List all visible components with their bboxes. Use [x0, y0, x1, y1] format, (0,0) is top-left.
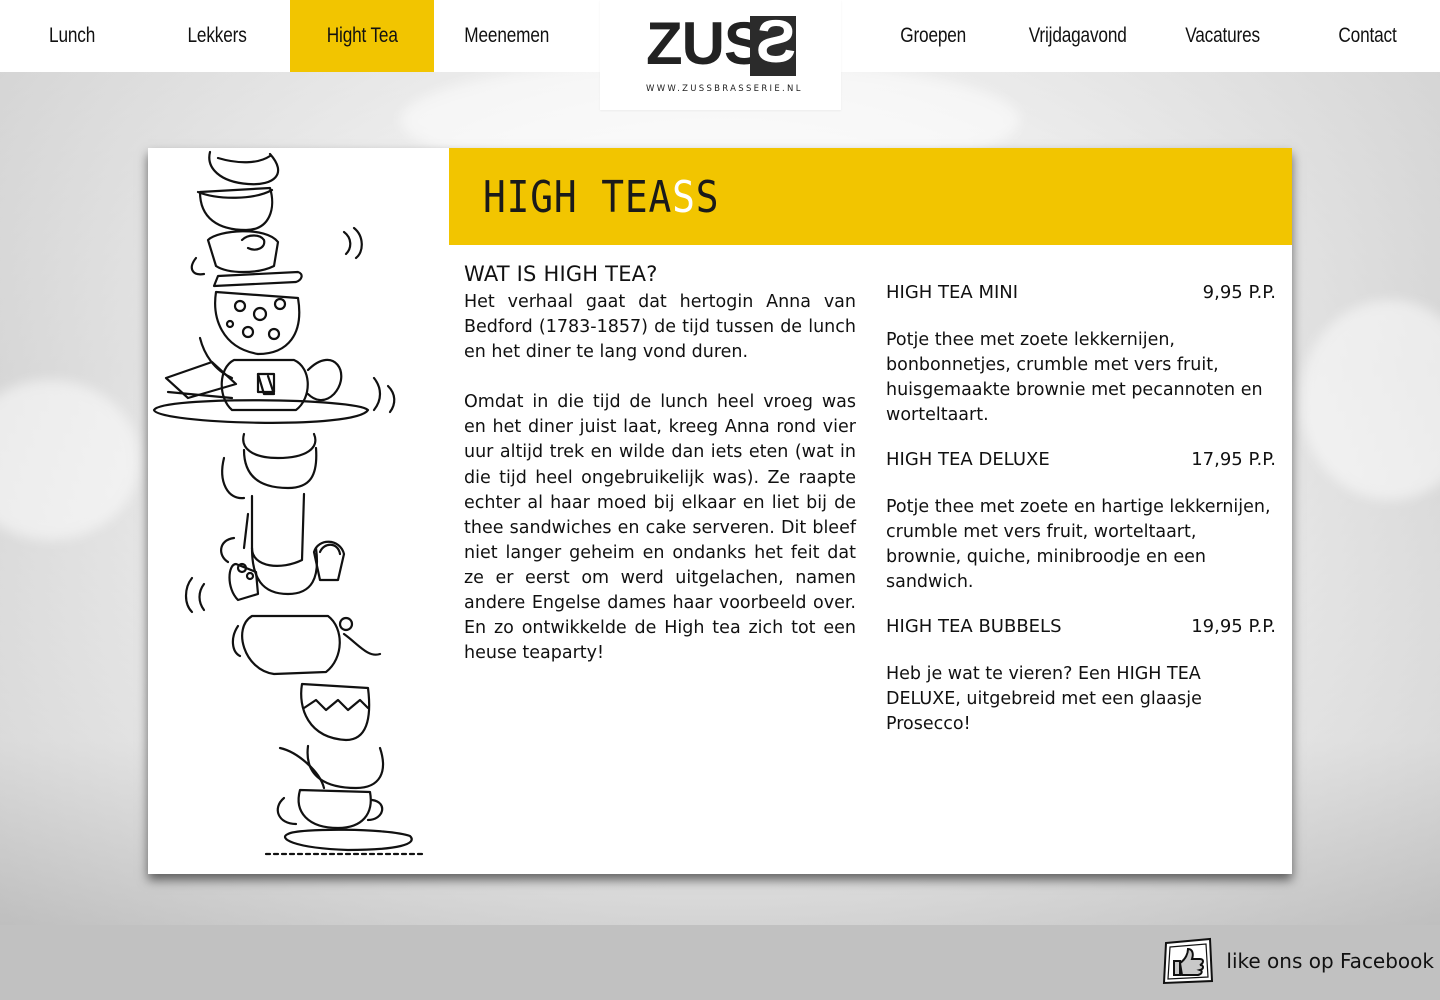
menu-item-price: 17,95 P.P.	[1191, 449, 1276, 470]
nav-item-meenemen[interactable]: Meenemen	[434, 0, 579, 72]
menu-item-name: HIGH TEA BUBBELS	[886, 616, 1062, 637]
nav-label: Lekkers	[187, 24, 247, 47]
nav-label: Vrijdagavond	[1029, 24, 1127, 47]
menu-item-price: 19,95 P.P.	[1191, 616, 1276, 637]
menu-item-name: HIGH TEA MINI	[886, 282, 1019, 303]
nav-label: Vacatures	[1185, 24, 1261, 47]
menu-item-price: 9,95 P.P.	[1202, 282, 1276, 303]
logo-wordmark: ZUS	[646, 10, 764, 77]
facebook-like-label: like ons op Facebook	[1226, 949, 1434, 973]
page-title-end-letter: S	[695, 172, 720, 223]
nav-item-lunch[interactable]: Lunch	[0, 0, 145, 72]
page-title-mirrored-letter: S	[672, 172, 696, 223]
story-paragraph: Het verhaal gaat dat hertogin Anna van B…	[464, 292, 856, 363]
menu-item-high-tea-deluxe: HIGH TEA DELUXE 17,95 P.P. Potje thee met…	[886, 449, 1276, 595]
nav-item-lekkers[interactable]: Lekkers	[145, 0, 290, 72]
high-tea-menu: HIGH TEA MINI 9,95 P.P. Potje thee met zo…	[886, 282, 1276, 758]
nav-item-vrijdagavond[interactable]: Vrijdagavond	[1006, 0, 1151, 72]
menu-item-high-tea-bubbels: HIGH TEA BUBBELS 19,95 P.P. Heb je wat te…	[886, 616, 1276, 737]
menu-item-high-tea-mini: HIGH TEA MINI 9,95 P.P. Potje thee met zo…	[886, 282, 1276, 428]
content-card: HIGH TEASS WAT IS HIGH TEA? Het verhaal …	[148, 148, 1292, 874]
menu-item-name: HIGH TEA DELUXE	[886, 449, 1050, 470]
nav-item-high-tea[interactable]: Hight Tea	[289, 0, 435, 72]
story-text: Het verhaal gaat dat hertogin Anna van B…	[464, 290, 856, 691]
facebook-like-link[interactable]: like ons op Facebook	[1160, 935, 1434, 987]
page-title-text: HIGH TEA	[483, 172, 673, 223]
menu-item-description: Heb je wat te vieren? Een HIGH TEA DELUX…	[886, 664, 1202, 734]
nav-label: Hight Tea	[326, 24, 398, 47]
story-paragraph: Omdat in die tijd de lunch heel vroeg wa…	[464, 392, 856, 664]
menu-item-description: Potje thee met zoete en hartige lekkerni…	[886, 497, 1271, 592]
menu-item-description: Potje thee met zoete lekkernijen, bonbon…	[886, 330, 1263, 425]
footer-bar: like ons op Facebook	[0, 925, 1440, 1000]
logo-mirrored-s: S	[756, 8, 797, 75]
nav-item-vacatures[interactable]: Vacatures	[1150, 0, 1295, 72]
logo-url: WWW.ZUSSBRASSERIE.NL	[646, 84, 803, 94]
site-logo[interactable]: ZUS S WWW.ZUSSBRASSERIE.NL	[600, 0, 841, 110]
nav-label: Lunch	[49, 24, 96, 47]
nav-label: Meenemen	[464, 24, 550, 47]
page-title: HIGH TEASS	[483, 172, 719, 223]
background-blur	[0, 380, 140, 540]
nav-label: Groepen	[900, 24, 967, 47]
teacup-stack-illustration	[152, 150, 426, 856]
nav-item-contact[interactable]: Contact	[1295, 0, 1440, 72]
nav-item-groepen[interactable]: Groepen	[861, 0, 1006, 72]
background-blur	[1300, 300, 1440, 500]
nav-label: Contact	[1338, 24, 1397, 47]
thumbs-up-icon	[1163, 937, 1214, 985]
page-title-banner: HIGH TEASS	[449, 148, 1292, 245]
story-heading: WAT IS HIGH TEA?	[464, 262, 658, 286]
logo-mirrored-s-box: S	[750, 8, 796, 76]
